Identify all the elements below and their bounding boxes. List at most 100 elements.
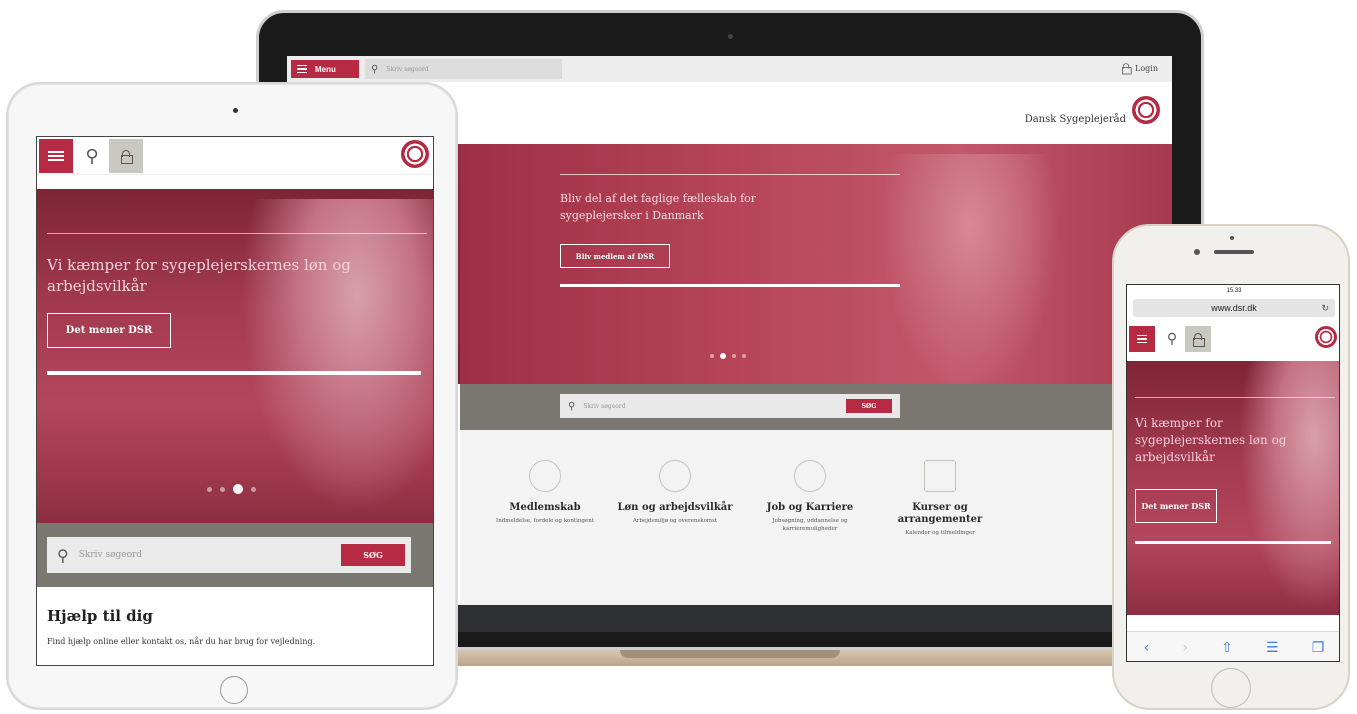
status-bar: 15.33 [1127, 285, 1339, 297]
login-link[interactable]: Login [1121, 62, 1158, 75]
search-button[interactable]: SØG [341, 544, 405, 566]
footer-bar [460, 605, 1172, 632]
join-button[interactable]: Bliv medlem af DSR [560, 244, 670, 268]
slide-dot[interactable] [732, 354, 736, 358]
hero-divider [1135, 397, 1335, 398]
hero-divider [560, 174, 900, 175]
top-bar: ⚲ [37, 137, 433, 175]
piggybank-icon [529, 460, 561, 492]
phone-speaker [1214, 250, 1254, 254]
nurse-icon [794, 460, 826, 492]
hero-photo [237, 199, 433, 519]
hero-photo [880, 154, 1060, 384]
tile-title: Kurser og arrangementer [897, 502, 983, 525]
slide-dot[interactable] [742, 354, 746, 358]
menu-button[interactable] [1129, 326, 1155, 352]
login-label: Login [1135, 63, 1158, 73]
tile-salary[interactable]: Løn og arbejdsvilkår Arbejdsmiljø og ove… [610, 460, 740, 525]
slide-dot-active[interactable] [233, 484, 243, 494]
tile-title: Medlemskab [509, 502, 581, 513]
top-bar: Menu ⚲ Skriv søgeord Login [287, 56, 1172, 82]
tile-jobs[interactable]: Job og Karriere Jobsøgning, uddannelse o… [745, 460, 875, 533]
back-icon[interactable]: ‹ [1144, 640, 1150, 656]
tile-courses[interactable]: Kurser og arrangementer Kalender og tilm… [875, 460, 1005, 537]
url-text: www.dsr.dk [1211, 303, 1257, 313]
band-search-placeholder: Skriv søgeord [78, 550, 143, 560]
tile-subtitle: Indmeldelse, fordele og kontingent [496, 518, 594, 524]
tile-subtitle: Jobsøgning, uddannelse og karrieremuligh… [772, 518, 848, 532]
tile-subtitle: Kalender og tilmeldinger [905, 530, 975, 536]
lock-icon[interactable] [1185, 326, 1211, 352]
hero-divider-thick [47, 371, 421, 375]
search-icon: ⚲ [371, 63, 379, 75]
home-button[interactable] [220, 676, 248, 704]
hero-photo [1237, 361, 1339, 615]
tile-title: Løn og arbejdsvilkår [617, 502, 733, 513]
tile-membership[interactable]: Medlemskab Indmeldelse, fordele og konti… [480, 460, 610, 525]
address-bar[interactable]: www.dsr.dk ↻ [1133, 299, 1335, 317]
hero-divider-thick [1135, 541, 1331, 544]
tile-title: Job og Karriere [766, 502, 854, 513]
reload-icon[interactable]: ↻ [1321, 299, 1329, 317]
coins-icon [659, 460, 691, 492]
slide-dots[interactable] [207, 484, 256, 494]
forward-icon[interactable]: › [1182, 640, 1188, 656]
opinion-button[interactable]: Det mener DSR [1135, 489, 1217, 523]
slide-dot-active[interactable] [720, 353, 726, 359]
org-name: Dansk Sygeplejeråd [1024, 114, 1126, 125]
search-icon: ⚲ [568, 400, 576, 412]
phone-camera [1194, 249, 1200, 255]
tile-subtitle: Arbejdsmiljø og overenskomst [632, 518, 718, 524]
home-button[interactable] [1211, 668, 1251, 708]
hero-headline: Vi kæmper for sygeplejerskernes løn og a… [47, 256, 351, 295]
search-icon[interactable]: ⚲ [1159, 326, 1185, 352]
menu-button[interactable]: Menu [291, 60, 359, 78]
bookmarks-icon[interactable]: ☰ [1266, 640, 1279, 656]
band-search-placeholder: Skriv søgeord [583, 402, 626, 410]
search-button[interactable]: SØG [846, 399, 892, 413]
lock-icon[interactable] [109, 139, 143, 173]
search-placeholder: Skriv søgeord [386, 65, 429, 73]
slide-dot[interactable] [220, 487, 225, 492]
tabs-icon[interactable]: ❐ [1312, 640, 1325, 656]
hero-banner: Vi kæmper for sygeplejerskernes løn og a… [37, 189, 433, 523]
hamburger-icon [297, 64, 307, 74]
laptop-notch [620, 650, 840, 658]
phone-device: 15.33 www.dsr.dk ↻ ⚲ Vi kæmper for sygep… [1112, 224, 1350, 710]
band-search-input[interactable]: ⚲ Skriv søgeord SØG [47, 537, 411, 573]
dsr-logo[interactable] [401, 140, 429, 168]
phone-sensor [1230, 236, 1234, 240]
help-text: Find hjælp online eller kontakt os, når … [47, 637, 316, 646]
dsr-logo[interactable] [1132, 96, 1160, 124]
hero-headline: Vi kæmper for sygeplejerskernes løn og a… [1135, 416, 1287, 464]
opinion-button[interactable]: Det mener DSR [47, 313, 171, 348]
search-band: ⚲ Skriv søgeord SØG [460, 384, 1172, 430]
slide-dot[interactable] [207, 487, 212, 492]
hero-banner: Vi kæmper for sygeplejerskernes løn og a… [1127, 361, 1339, 615]
menu-label: Menu [315, 64, 336, 74]
top-bar: ⚲ [1127, 323, 1339, 355]
lock-icon [1122, 63, 1132, 75]
hero-headline: Bliv del af det faglige fælleskab for sy… [560, 192, 757, 222]
slide-dots[interactable] [710, 353, 746, 359]
laptop-camera [728, 34, 733, 39]
dsr-logo[interactable] [1315, 326, 1337, 348]
tablet-screen: ⚲ Vi kæmper for sygeplejerskernes løn og… [36, 136, 434, 666]
share-icon[interactable]: ⇧ [1221, 640, 1233, 656]
search-band: ⚲ Skriv søgeord SØG [37, 523, 433, 587]
tablet-camera [233, 108, 238, 113]
slide-dot[interactable] [710, 354, 714, 358]
search-icon[interactable]: ⚲ [75, 139, 109, 173]
search-input[interactable]: ⚲ Skriv søgeord [365, 59, 562, 79]
hero-divider-thick [560, 284, 900, 287]
tablet-device: ⚲ Vi kæmper for sygeplejerskernes løn og… [6, 82, 458, 710]
topic-tiles: Medlemskab Indmeldelse, fordele og konti… [460, 430, 1172, 605]
help-title: Hjælp til dig [47, 607, 153, 625]
menu-button[interactable] [39, 139, 73, 173]
hamburger-icon [1137, 334, 1147, 344]
status-time: 15.33 [1226, 288, 1242, 294]
slide-dot[interactable] [251, 487, 256, 492]
hero-banner: Bliv del af det faglige fælleskab for sy… [460, 144, 1172, 384]
band-search-input[interactable]: ⚲ Skriv søgeord SØG [560, 394, 900, 418]
hero-divider [47, 233, 427, 234]
